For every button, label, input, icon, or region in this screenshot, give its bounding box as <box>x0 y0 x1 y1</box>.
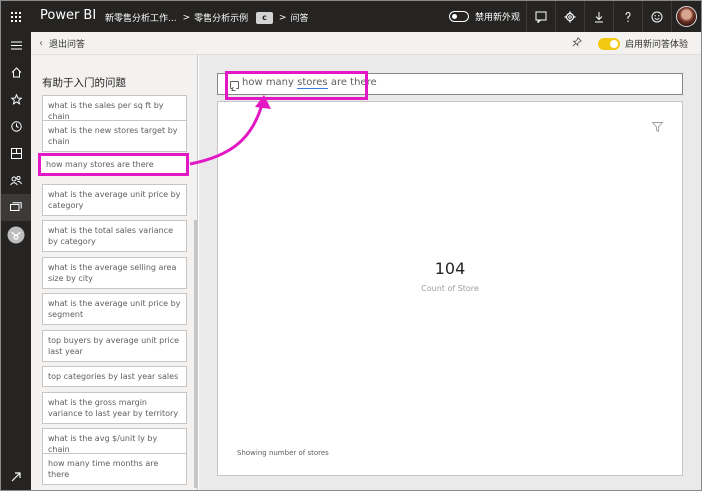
suggestion-item[interactable]: what is the average unit price by segmen… <box>42 293 187 325</box>
breadcrumb: 新零售分析工作... > 零售分析示例 c > 问答 <box>105 11 308 24</box>
breadcrumb-pill[interactable]: c <box>256 11 273 24</box>
kpi-label: Count of Store <box>421 284 479 293</box>
result-footer: Showing number of stores <box>237 449 329 457</box>
window-frame: Power BI 新零售分析工作... > 零售分析示例 c > 问答 禁用新外… <box>0 0 702 491</box>
new-qa-toggle[interactable]: 启用新问答体验 <box>598 37 688 50</box>
pin-icon[interactable] <box>572 36 583 50</box>
chat-icon[interactable] <box>526 1 555 32</box>
kpi-value: 104 <box>434 259 466 278</box>
suggestion-item[interactable]: top buyers by average unit price last ye… <box>42 330 187 362</box>
suggestion-item[interactable]: what is the new stores target by chain <box>42 120 187 152</box>
new-look-toggle-label: 禁用新外观 <box>475 13 521 23</box>
exit-qa-button[interactable]: ‹ 退出问答 <box>39 37 85 50</box>
breadcrumb-report[interactable]: 零售分析示例 <box>194 11 248 24</box>
chevron-left-icon: ‹ <box>39 38 43 49</box>
breadcrumb-workspace[interactable]: 新零售分析工作... <box>105 11 177 24</box>
sub-header: ‹ 退出问答 启用新问答体验 <box>31 32 701 55</box>
suggestions-panel: 有助于入门的问题 what is the sales per sq ft by … <box>31 55 198 490</box>
clock-icon[interactable] <box>1 113 31 140</box>
result-card: 104 Count of Store Showing number of sto… <box>217 101 683 476</box>
top-bar-icons <box>526 1 701 32</box>
download-icon[interactable] <box>584 1 613 32</box>
suggestion-item[interactable]: what is the average selling area size by… <box>42 257 187 289</box>
breadcrumb-page: 问答 <box>290 14 309 24</box>
avatar[interactable] <box>671 1 701 32</box>
left-nav <box>1 32 31 490</box>
suggestion-item[interactable]: what is the total sales variance by cate… <box>42 220 187 252</box>
workspace-icon[interactable] <box>1 194 31 221</box>
people-icon[interactable] <box>1 167 31 194</box>
suggestion-item[interactable]: how many time months are there <box>42 453 187 485</box>
suggestion-item[interactable]: top categories by last year sales <box>42 366 187 387</box>
qa-highlight-box <box>225 71 368 100</box>
menu-icon[interactable] <box>1 32 31 59</box>
star-icon[interactable] <box>1 86 31 113</box>
panel-title: 有助于入门的问题 <box>42 77 126 89</box>
home-icon[interactable] <box>1 59 31 86</box>
apps-icon[interactable] <box>1 140 31 167</box>
toggle-switch-off[interactable] <box>449 11 469 22</box>
exit-qa-label: 退出问答 <box>49 40 86 50</box>
suggestion-item[interactable]: what is the average unit price by catego… <box>42 184 187 216</box>
toggle-switch-on[interactable] <box>598 37 620 50</box>
workspace-avatar-icon[interactable] <box>1 221 31 248</box>
top-bar: Power BI 新零售分析工作... > 零售分析示例 c > 问答 禁用新外… <box>1 1 701 32</box>
suggestion-item[interactable]: what is the gross margin variance to las… <box>42 392 187 424</box>
main-area: how many stores are there 104 Count of S… <box>199 55 701 490</box>
suggestion-item-highlighted[interactable]: how many stores are there <box>38 153 189 176</box>
new-look-toggle[interactable]: 禁用新外观 <box>449 10 520 23</box>
help-icon[interactable] <box>613 1 642 32</box>
app-launcher-icon[interactable] <box>1 1 31 32</box>
gear-icon[interactable] <box>555 1 584 32</box>
filter-icon[interactable] <box>651 117 664 136</box>
smiley-icon[interactable] <box>642 1 671 32</box>
expand-icon[interactable] <box>1 463 31 490</box>
new-qa-toggle-label: 启用新问答体验 <box>625 40 689 50</box>
breadcrumb-separator: > <box>278 12 287 23</box>
breadcrumb-separator: > <box>182 12 191 23</box>
panel-scrollbar[interactable] <box>194 220 197 488</box>
avatar-image <box>676 6 697 27</box>
brand-title[interactable]: Power BI <box>40 8 96 23</box>
